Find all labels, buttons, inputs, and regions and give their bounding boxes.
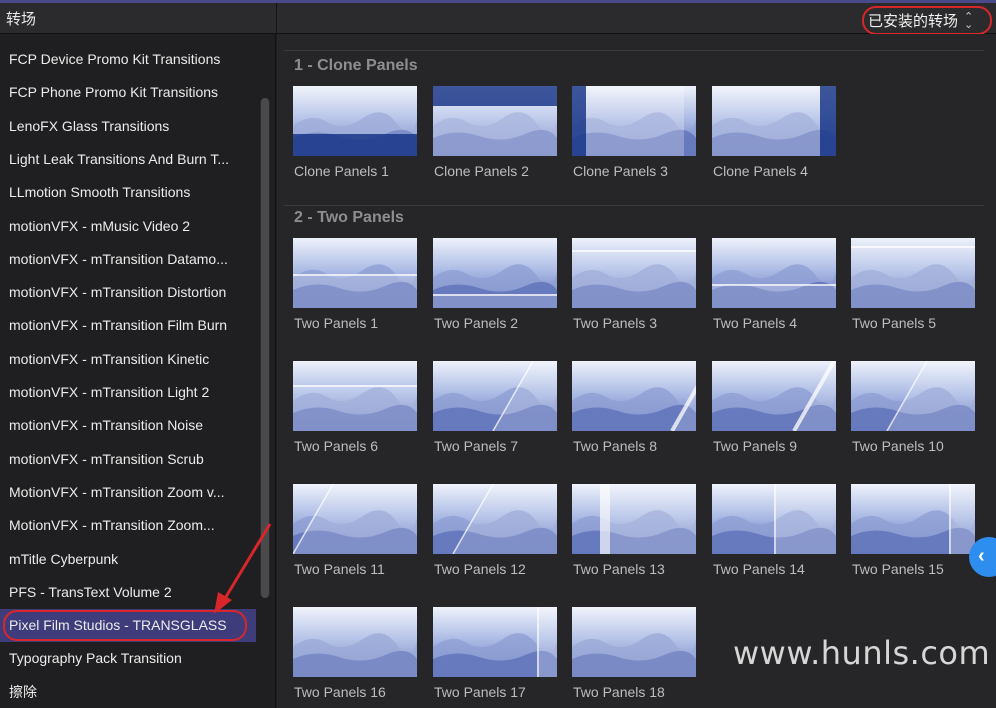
sidebar-item-label: 擦除 <box>9 683 37 700</box>
top-bar: 转场 已安装的转场 ⌃ ⌄ <box>0 0 996 35</box>
sidebar-item-label: motionVFX - mTransition Scrub <box>9 450 204 467</box>
transition-caption: Clone Panels 3 <box>573 163 668 179</box>
transition-thumbnail[interactable] <box>433 86 557 156</box>
sidebar-item[interactable]: motionVFX - mTransition Kinetic <box>0 343 256 376</box>
sidebar-item-label: Light Leak Transitions And Burn T... <box>9 150 229 167</box>
sidebar-item[interactable]: motionVFX - mTransition Datamo... <box>0 243 256 276</box>
transition-thumbnail[interactable] <box>433 607 557 677</box>
chevron-left-icon: ‹ <box>978 545 985 567</box>
sidebar-item-label: PFS - TransText Volume 2 <box>9 583 172 600</box>
transition-caption: Two Panels 13 <box>573 561 665 577</box>
transition-thumbnail[interactable] <box>712 361 836 431</box>
transition-caption: Clone Panels 4 <box>713 163 808 179</box>
transition-thumbnail[interactable] <box>712 86 836 156</box>
transition-thumbnail[interactable] <box>851 484 975 554</box>
transition-caption: Two Panels 18 <box>573 684 665 700</box>
sidebar-item[interactable]: LLmotion Smooth Transitions <box>0 176 256 209</box>
transition-thumbnail[interactable] <box>293 607 417 677</box>
sidebar-item[interactable]: Light Leak Transitions And Burn T... <box>0 143 256 176</box>
sidebar-item-label: LenoFX Glass Transitions <box>9 117 170 134</box>
sidebar-item-label: FCP Phone Promo Kit Transitions <box>9 84 219 101</box>
sidebar-item-label: LLmotion Smooth Transitions <box>9 184 191 201</box>
transition-thumbnail[interactable] <box>433 238 557 308</box>
transition-thumbnail[interactable] <box>572 607 696 677</box>
section-divider <box>284 50 984 51</box>
transition-thumbnail[interactable] <box>293 238 417 308</box>
sidebar-item-label: motionVFX - mTransition Film Burn <box>9 317 228 334</box>
sidebar-item[interactable]: Typography Pack Transition <box>0 642 256 675</box>
browser-title: 转场 <box>6 11 37 28</box>
transition-caption: Two Panels 4 <box>713 315 798 331</box>
transition-thumbnail[interactable] <box>572 238 696 308</box>
transitions-grid: 1 - Clone Panels 2 - Two Panels Clone Pa… <box>277 34 996 708</box>
sidebar-item[interactable]: motionVFX - mTransition Light 2 <box>0 376 256 409</box>
transition-thumbnail[interactable] <box>572 86 696 156</box>
sidebar-item-label: motionVFX - mTransition Light 2 <box>9 384 210 400</box>
transition-caption: Two Panels 14 <box>713 561 805 577</box>
header-divider <box>276 3 277 34</box>
sidebar-item-label: motionVFX - mTransition Noise <box>9 417 203 434</box>
transition-caption: Two Panels 16 <box>294 684 386 700</box>
section-title-clone-panels: 1 - Clone Panels <box>294 57 418 74</box>
transition-caption: Two Panels 8 <box>573 438 658 454</box>
transition-thumbnail[interactable] <box>851 361 975 431</box>
transition-thumbnail[interactable] <box>433 484 557 554</box>
annotation-arrow-icon <box>214 523 272 614</box>
transition-thumbnail[interactable] <box>293 86 417 156</box>
sidebar-item-label: motionVFX - mTransition Distortion <box>9 284 227 301</box>
transition-thumbnail[interactable] <box>851 238 975 308</box>
sidebar-item-label: motionVFX - mMusic Video 2 <box>9 217 191 234</box>
transition-caption: Two Panels 9 <box>713 438 798 454</box>
transition-caption: Two Panels 17 <box>434 684 526 700</box>
transition-caption: Two Panels 15 <box>852 561 944 577</box>
section-title-two-panels: 2 - Two Panels <box>294 209 404 226</box>
sidebar-item-label: MotionVFX - mTransition Zoom... <box>9 517 215 534</box>
sidebar-item[interactable]: LenoFX Glass Transitions <box>0 110 256 143</box>
sidebar-item[interactable]: FCP Phone Promo Kit Transitions <box>0 76 256 109</box>
sidebar-item[interactable]: FCP Device Promo Kit Transitions <box>0 43 256 76</box>
transition-caption: Two Panels 1 <box>294 315 379 331</box>
transition-thumbnail[interactable] <box>433 361 557 431</box>
transition-thumbnail[interactable] <box>572 484 696 554</box>
sidebar-item-label: motionVFX - mTransition Kinetic <box>9 350 210 367</box>
sidebar-item[interactable]: motionVFX - mTransition Distortion <box>0 276 256 309</box>
watermark: www.hunls.com <box>733 634 991 672</box>
sidebar-item[interactable]: 擦除 <box>0 676 256 708</box>
transition-caption: Clone Panels 2 <box>434 163 529 179</box>
transition-caption: Two Panels 2 <box>434 315 519 331</box>
transition-caption: Clone Panels 1 <box>294 163 389 179</box>
sidebar-item[interactable]: motionVFX - mTransition Noise <box>0 409 256 442</box>
transition-caption: Two Panels 6 <box>294 438 379 454</box>
sidebar-item-label: mTitle Cyberpunk <box>9 550 119 567</box>
transition-caption: Two Panels 3 <box>573 315 658 331</box>
transition-thumbnail[interactable] <box>293 484 417 554</box>
sidebar-item[interactable]: motionVFX - mTransition Film Burn <box>0 309 256 342</box>
transition-thumbnail[interactable] <box>572 361 696 431</box>
transition-thumbnail[interactable] <box>293 361 417 431</box>
sidebar-item-label: MotionVFX - mTransition Zoom v... <box>9 483 225 500</box>
transition-caption: Two Panels 12 <box>434 561 526 577</box>
transition-caption: Two Panels 7 <box>434 438 519 454</box>
sidebar-item-label: FCP Device Promo Kit Transitions <box>9 51 221 67</box>
sidebar-item[interactable]: motionVFX - mMusic Video 2 <box>0 210 256 243</box>
transition-thumbnail[interactable] <box>712 238 836 308</box>
chevron-updown-icon: ⌃ ⌄ <box>964 10 974 31</box>
sidebar-item-label: Typography Pack Transition <box>9 650 182 667</box>
section-divider <box>284 205 984 206</box>
filter-select-label: 已安装的转场 <box>868 13 959 30</box>
transition-caption: Two Panels 11 <box>294 561 385 577</box>
transition-caption: Two Panels 10 <box>852 438 944 454</box>
transition-caption: Two Panels 5 <box>852 315 937 331</box>
installed-transitions-select[interactable]: 已安装的转场 ⌃ ⌄ <box>862 6 992 35</box>
sidebar-item[interactable]: motionVFX - mTransition Scrub <box>0 443 256 476</box>
transition-thumbnail[interactable] <box>712 484 836 554</box>
sidebar-item-label: motionVFX - mTransition Datamo... <box>9 250 228 267</box>
sidebar-item[interactable]: MotionVFX - mTransition Zoom v... <box>0 476 256 509</box>
